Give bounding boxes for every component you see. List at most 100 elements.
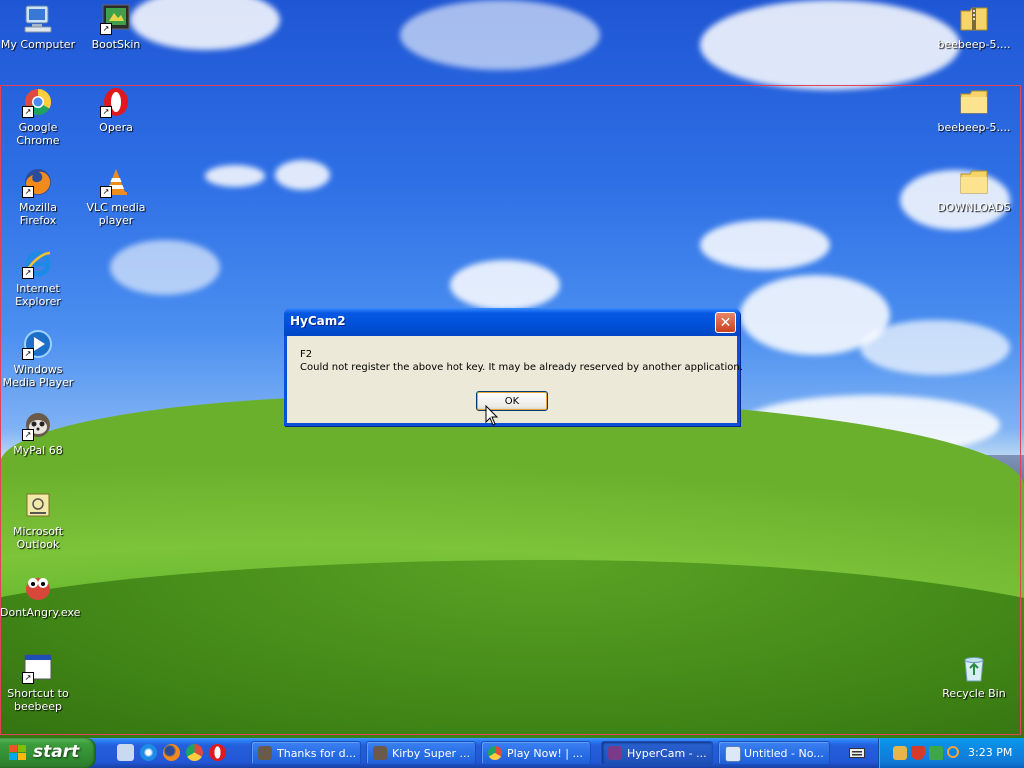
desktop-icon-bootskin[interactable]: ↗ BootSkin [78, 3, 154, 51]
icon-label: Recycle Bin [942, 687, 1006, 700]
show-desktop-icon[interactable] [117, 744, 134, 761]
desktop-icon-dontangry[interactable]: DontAngry.exe [0, 571, 81, 619]
icon-label: BootSkin [91, 38, 141, 51]
mypal-icon: ↗ [22, 409, 54, 441]
security-shield-icon[interactable] [911, 746, 925, 760]
taskbar-button-play-now[interactable]: Play Now! | ... [481, 741, 591, 765]
icon-label: My Computer [0, 38, 76, 51]
beebeep-shortcut-icon: ↗ [22, 652, 54, 684]
shortcut-arrow-icon: ↗ [100, 106, 112, 118]
taskbar-button-hypercam[interactable]: HyperCam - ... [601, 741, 713, 765]
dialog-title: HyCam2 [290, 314, 346, 328]
desktop-icon-internet-explorer[interactable]: ↗ Internet Explorer [0, 247, 76, 308]
desktop-icon-recycle-bin[interactable]: Recycle Bin [936, 652, 1012, 700]
shortcut-arrow-icon: ↗ [22, 672, 34, 684]
firefox-icon[interactable] [163, 744, 180, 761]
desktop-icon-beebeep-folder[interactable]: beebeep-5.... [936, 86, 1012, 134]
dialog-message-hotkey: F2 [300, 349, 313, 360]
task-label: Untitled - No... [744, 747, 824, 760]
cloud [860, 320, 1010, 375]
cloud [275, 160, 330, 190]
desktop-icon-vlc[interactable]: ↗ VLC media player [78, 166, 154, 227]
desktop-icon-google-chrome[interactable]: ↗ Google Chrome [0, 86, 76, 147]
close-button[interactable]: ✕ [715, 312, 736, 333]
notepad-icon [725, 746, 741, 762]
shortcut-arrow-icon: ↗ [22, 186, 34, 198]
downloads-folder-icon [958, 166, 990, 198]
task-label: Play Now! | ... [507, 747, 583, 760]
taskbar-button-kirby[interactable]: Kirby Super ... [366, 741, 476, 765]
icon-label: beebeep-5.... [937, 38, 1011, 51]
internet-explorer-icon[interactable] [140, 744, 157, 761]
mozilla-firefox-icon: ↗ [22, 166, 54, 198]
task-label: HyperCam - ... [627, 747, 707, 760]
cloud [400, 0, 600, 70]
icon-label: Opera [99, 121, 133, 134]
quick-launch-bar [112, 738, 234, 768]
desktop-icon-mypal[interactable]: ↗ MyPal 68 [0, 409, 76, 457]
shortcut-arrow-icon: ↗ [100, 186, 112, 198]
tray-icon[interactable] [893, 746, 907, 760]
icon-label: VLC media player [86, 201, 146, 227]
desktop-icon-opera[interactable]: ↗ Opera [78, 86, 154, 134]
icon-label: DOWNLOADS [937, 201, 1011, 214]
language-bar-icon[interactable] [849, 746, 865, 759]
task-label: Kirby Super ... [392, 747, 470, 760]
mypal-icon [373, 746, 387, 760]
clock: 3:23 PM [968, 746, 1013, 759]
dialog-message-text: Could not register the above hot key. It… [300, 362, 743, 373]
chrome-icon [488, 746, 502, 760]
icon-label: MyPal 68 [13, 444, 63, 457]
dialog-body: F2 Could not register the above hot key.… [287, 336, 743, 423]
task-label: Thanks for d... [277, 747, 357, 760]
shortcut-arrow-icon: ↗ [22, 106, 34, 118]
cloud [205, 165, 265, 187]
cloud [110, 240, 220, 295]
google-chrome-icon: ↗ [22, 86, 54, 118]
chrome-icon[interactable] [186, 744, 203, 761]
green-hill-foreground [0, 560, 1024, 738]
icon-label: DontAngry.exe [0, 606, 81, 619]
opera-icon: ↗ [100, 86, 132, 118]
desktop-icon-mozilla-firefox[interactable]: ↗ Mozilla Firefox [0, 166, 76, 227]
vlc-icon: ↗ [100, 166, 132, 198]
beebeep-zip-icon [958, 3, 990, 35]
cloud [450, 260, 560, 310]
taskbar-button-thanks[interactable]: Thanks for d... [251, 741, 361, 765]
internet-explorer-icon: ↗ [22, 247, 54, 279]
desktop-icon-windows-media-player[interactable]: ↗ Windows Media Player [0, 328, 76, 389]
recycle-bin-icon [958, 652, 990, 684]
mypal-icon [258, 746, 272, 760]
desktop-icon-shortcut-to-beebeep[interactable]: ↗ Shortcut to beebeep [0, 652, 76, 713]
icon-label: Google Chrome [16, 121, 60, 147]
desktop-icon-downloads-folder[interactable]: DOWNLOADS [936, 166, 1012, 214]
shortcut-arrow-icon: ↗ [100, 23, 112, 35]
desktop-icon-my-computer[interactable]: My Computer [0, 3, 76, 51]
desktop-icon-beebeep-zip[interactable]: beebeep-5.... [936, 3, 1012, 51]
cloud [700, 220, 830, 270]
icon-label: beebeep-5.... [937, 121, 1011, 134]
dontangry-icon [22, 571, 54, 603]
icon-label: Internet Explorer [15, 282, 61, 308]
taskbar-button-notepad[interactable]: Untitled - No... [718, 741, 830, 765]
windows-media-player-icon: ↗ [22, 328, 54, 360]
desktop-icon-microsoft-outlook[interactable]: Microsoft Outlook [0, 490, 76, 551]
bootskin-icon: ↗ [100, 3, 132, 35]
shortcut-arrow-icon: ↗ [22, 429, 34, 441]
taskbar: start Thanks for d... Kirby Super ... Pl… [0, 738, 1024, 768]
beebeep-folder-icon [958, 86, 990, 118]
start-label: start [33, 742, 80, 762]
hycam-dialog: HyCam2 ✕ F2 Could not register the above… [284, 308, 743, 426]
icon-label: Mozilla Firefox [19, 201, 57, 227]
opera-icon[interactable] [209, 744, 226, 761]
start-button[interactable]: start [0, 738, 96, 768]
shortcut-arrow-icon: ↗ [22, 348, 34, 360]
close-icon: ✕ [719, 315, 732, 331]
outlook-icon [22, 490, 54, 522]
dialog-titlebar[interactable]: HyCam2 ✕ [284, 308, 740, 336]
search-icon[interactable] [947, 746, 959, 758]
my-computer-icon [22, 3, 54, 35]
network-icon[interactable] [929, 746, 943, 760]
icon-label: Shortcut to beebeep [7, 687, 69, 713]
cloud [700, 0, 960, 90]
